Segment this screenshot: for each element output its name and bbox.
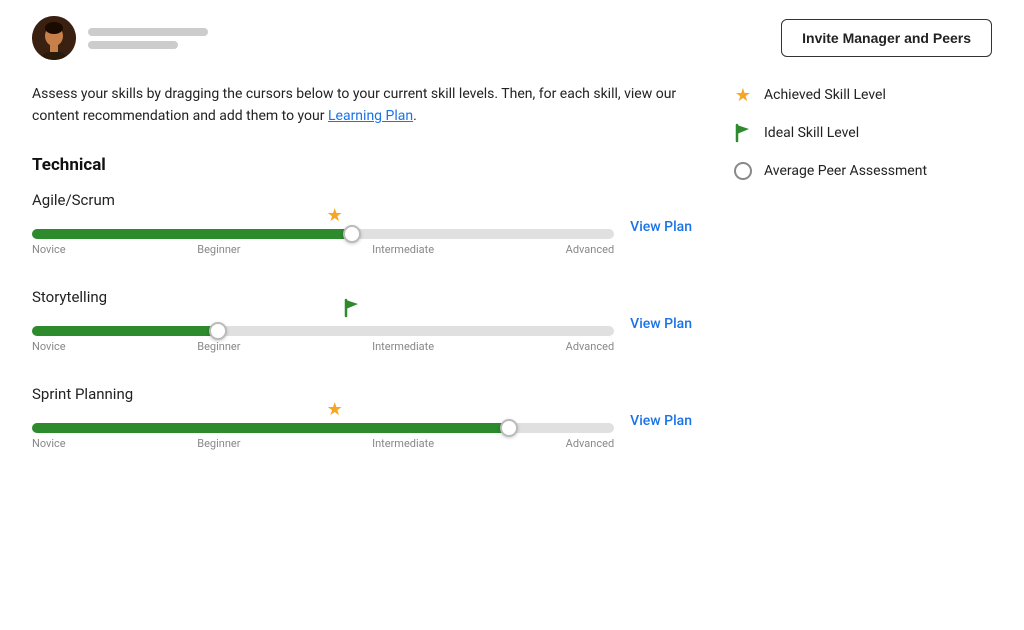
slider-fill-agile — [32, 229, 352, 239]
page-header: Invite Manager and Peers — [32, 16, 992, 60]
slider-thumb-storytelling[interactable] — [209, 322, 227, 340]
label-beginner-sp: Beginner — [197, 437, 240, 450]
skill-name-sprint: Sprint Planning — [32, 385, 614, 403]
skill-body-storytelling: Storytelling — [32, 288, 614, 357]
label-novice-s: Novice — [32, 340, 66, 353]
main-layout: Assess your skills by dragging the curso… — [32, 84, 992, 482]
slider-track-sprint — [32, 423, 614, 433]
avatar — [32, 16, 76, 60]
legend-label-ideal: Ideal Skill Level — [764, 125, 859, 141]
slider-track-agile — [32, 229, 614, 239]
legend-icon-ideal — [732, 122, 754, 144]
label-intermediate-s: Intermediate — [372, 340, 434, 353]
invite-manager-peers-button[interactable]: Invite Manager and Peers — [781, 19, 992, 57]
star-icon-sprint: ★ — [327, 399, 343, 420]
legend-flag-icon — [733, 123, 753, 143]
slider-fill-storytelling — [32, 326, 218, 336]
skill-name-agile: Agile/Scrum — [32, 191, 614, 209]
label-intermediate-sp: Intermediate — [372, 437, 434, 450]
user-name-line-1 — [88, 28, 208, 36]
label-advanced-sp: Advanced — [566, 437, 614, 450]
slider-container-sprint: ★ Novice Beginner Intermediate Advanced — [32, 423, 614, 450]
legend-label-achieved: Achieved Skill Level — [764, 87, 886, 103]
user-name-line-2 — [88, 41, 178, 49]
legend-icon-achieved: ★ — [732, 84, 754, 106]
skill-and-action-sprint: Sprint Planning ★ Novice Beginner — [32, 385, 692, 454]
description-text: Assess your skills by dragging the curso… — [32, 84, 692, 127]
learning-plan-link[interactable]: Learning Plan — [328, 108, 413, 124]
legend-circle-icon — [734, 162, 752, 180]
slider-track-storytelling — [32, 326, 614, 336]
legend: ★ Achieved Skill Level Ideal Skill Level… — [732, 84, 992, 182]
slider-labels-agile: Novice Beginner Intermediate Advanced — [32, 243, 614, 256]
flag-icon-storytelling — [342, 298, 362, 318]
slider-container-agile: ★ Novice Beginner Intermediate Advanced — [32, 229, 614, 256]
skill-name-storytelling: Storytelling — [32, 288, 614, 306]
skill-body: Agile/Scrum ★ Novice Beginner — [32, 191, 614, 260]
view-plan-link-agile[interactable]: View Plan — [630, 219, 692, 235]
label-intermediate: Intermediate — [372, 243, 434, 256]
legend-item-peer: Average Peer Assessment — [732, 160, 992, 182]
section-title-technical: Technical — [32, 155, 692, 175]
left-column: Assess your skills by dragging the curso… — [32, 84, 732, 482]
description-text-2: . — [413, 108, 417, 124]
legend-icon-peer — [732, 160, 754, 182]
achieved-marker-agile: ★ — [327, 207, 343, 225]
label-advanced-s: Advanced — [566, 340, 614, 353]
skill-row-storytelling: Storytelling — [32, 288, 692, 357]
slider-fill-sprint — [32, 423, 509, 433]
slider-thumb-sprint[interactable] — [500, 419, 518, 437]
label-beginner-s: Beginner — [197, 340, 240, 353]
user-info — [32, 16, 208, 60]
skill-and-action-storytelling: Storytelling — [32, 288, 692, 357]
legend-item-ideal: Ideal Skill Level — [732, 122, 992, 144]
star-icon-agile: ★ — [327, 205, 343, 226]
skill-row-agile-scrum: Agile/Scrum ★ Novice Beginner — [32, 191, 692, 260]
slider-labels-storytelling: Novice Beginner Intermediate Advanced — [32, 340, 614, 353]
skill-row-sprint-planning: Sprint Planning ★ Novice Beginner — [32, 385, 692, 454]
label-novice: Novice — [32, 243, 66, 256]
skill-and-action: Agile/Scrum ★ Novice Beginner — [32, 191, 692, 260]
legend-label-peer: Average Peer Assessment — [764, 163, 927, 179]
slider-labels-sprint: Novice Beginner Intermediate Advanced — [32, 437, 614, 450]
view-plan-link-storytelling[interactable]: View Plan — [630, 316, 692, 332]
view-plan-link-sprint[interactable]: View Plan — [630, 413, 692, 429]
achieved-marker-sprint: ★ — [327, 401, 343, 419]
label-advanced: Advanced — [566, 243, 614, 256]
legend-item-achieved: ★ Achieved Skill Level — [732, 84, 992, 106]
label-beginner: Beginner — [197, 243, 240, 256]
skill-body-sprint: Sprint Planning ★ Novice Beginner — [32, 385, 614, 454]
label-novice-sp: Novice — [32, 437, 66, 450]
slider-container-storytelling: Novice Beginner Intermediate Advanced — [32, 326, 614, 353]
user-name-lines — [88, 28, 208, 49]
slider-thumb-agile[interactable] — [343, 225, 361, 243]
right-column: ★ Achieved Skill Level Ideal Skill Level… — [732, 84, 992, 482]
ideal-marker-storytelling — [342, 298, 362, 322]
legend-star-icon: ★ — [735, 85, 751, 106]
